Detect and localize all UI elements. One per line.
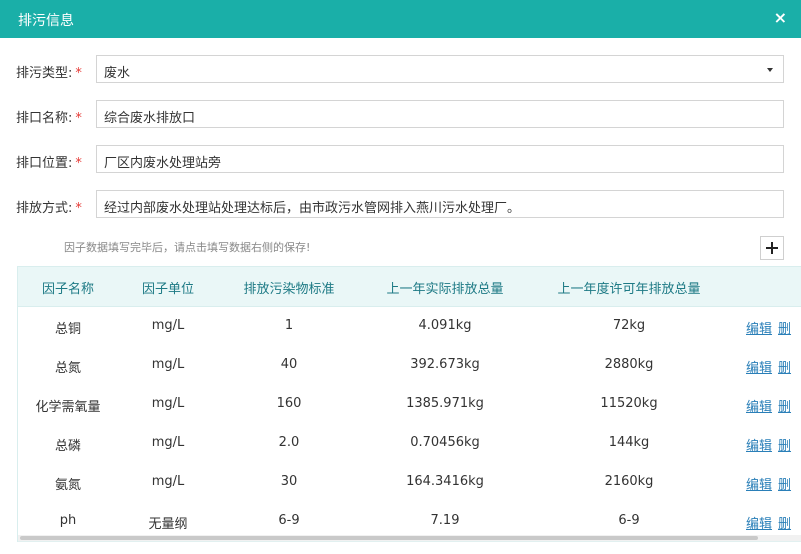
- header-actual-total: 上一年实际排放总量: [386, 282, 504, 297]
- cell-unit: mg/L: [151, 474, 185, 489]
- discharge-type-select[interactable]: 废水: [96, 55, 784, 83]
- dialog-titlebar: 排污信息 ×: [0, 0, 801, 38]
- discharge-type-label: 排污类型: *: [16, 66, 82, 81]
- cell-permitted: 72kg: [612, 318, 646, 333]
- cell-standard: 30: [280, 474, 298, 489]
- outlet-name-label: 排口名称: *: [16, 111, 82, 126]
- edit-link[interactable]: 编辑: [746, 357, 772, 376]
- cell-actual: 7.19: [430, 513, 460, 528]
- delete-link[interactable]: 删: [778, 357, 791, 376]
- discharge-method-row: 排放方式: * 经过内部废水处理站处理达标后，由市政污水管网排入燕川污水处理厂。: [0, 190, 801, 220]
- header-standard: 排放污染物标准: [243, 282, 335, 297]
- close-icon[interactable]: ×: [774, 8, 787, 27]
- cell-name: ph: [59, 513, 77, 528]
- cell-actual: 4.091kg: [418, 318, 472, 333]
- add-factor-button[interactable]: [760, 236, 784, 260]
- cell-standard: 1: [284, 318, 294, 333]
- cell-permitted: 144kg: [608, 435, 650, 450]
- table-row: 总磷 mg/L 2.0 0.70456kg 144kg 编辑删: [18, 424, 801, 464]
- outlet-name-row: 排口名称: * 综合废水排放口: [0, 100, 801, 130]
- delete-link[interactable]: 删: [778, 513, 791, 532]
- outlet-name-input[interactable]: 综合废水排放口: [96, 100, 784, 128]
- table-row: 总氮 mg/L 40 392.673kg 2880kg 编辑删: [18, 346, 801, 386]
- cell-permitted: 2880kg: [604, 357, 654, 372]
- discharge-type-row: 排污类型: * 废水: [0, 55, 801, 85]
- cell-name: 总氮: [54, 361, 82, 376]
- table-row: 化学需氧量 mg/L 160 1385.971kg 11520kg 编辑删: [18, 385, 801, 425]
- outlet-location-row: 排口位置: * 厂区内废水处理站旁: [0, 145, 801, 175]
- cell-unit: mg/L: [151, 435, 185, 450]
- cell-unit: mg/L: [151, 318, 185, 333]
- chevron-down-icon: [767, 68, 773, 72]
- cell-actual: 164.3416kg: [406, 474, 484, 489]
- outlet-location-label: 排口位置: *: [16, 156, 82, 171]
- outlet-location-input[interactable]: 厂区内废水处理站旁: [96, 145, 784, 173]
- table-row: 氨氮 mg/L 30 164.3416kg 2160kg 编辑删: [18, 463, 801, 503]
- dialog-title: 排污信息: [18, 13, 74, 29]
- discharge-method-input[interactable]: 经过内部废水处理站处理达标后，由市政污水管网排入燕川污水处理厂。: [96, 190, 784, 218]
- delete-link[interactable]: 删: [778, 396, 791, 415]
- table-row: 总铜 mg/L 1 4.091kg 72kg 编辑删: [18, 307, 801, 347]
- cell-unit: 无量纲: [148, 517, 188, 532]
- header-factor-name: 因子名称: [41, 282, 95, 297]
- delete-link[interactable]: 删: [778, 435, 791, 454]
- delete-link[interactable]: 删: [778, 474, 791, 493]
- cell-permitted: 11520kg: [600, 396, 658, 411]
- required-mark: *: [75, 201, 82, 216]
- edit-link[interactable]: 编辑: [746, 474, 772, 493]
- table-header: 因子名称 因子单位 排放污染物标准 上一年实际排放总量 上一年度许可年排放总量: [18, 267, 801, 307]
- cell-unit: mg/L: [151, 357, 185, 372]
- cell-standard: 6-9: [278, 513, 300, 528]
- cell-actual: 392.673kg: [410, 357, 480, 372]
- edit-link[interactable]: 编辑: [746, 396, 772, 415]
- factor-save-hint: 因子数据填写完毕后，请点击填写数据右侧的保存!: [64, 241, 311, 254]
- delete-link[interactable]: 删: [778, 318, 791, 337]
- cell-standard: 40: [280, 357, 298, 372]
- cell-name: 氨氮: [54, 478, 82, 493]
- cell-name: 化学需氧量: [35, 400, 101, 415]
- cell-standard: 160: [276, 396, 302, 411]
- cell-permitted: 2160kg: [604, 474, 654, 489]
- required-mark: *: [75, 66, 82, 81]
- edit-link[interactable]: 编辑: [746, 318, 772, 337]
- cell-name: 总铜: [54, 322, 82, 337]
- cell-actual: 0.70456kg: [410, 435, 480, 450]
- edit-link[interactable]: 编辑: [746, 513, 772, 532]
- plus-icon-stroke: [771, 242, 773, 254]
- cell-unit: mg/L: [151, 396, 185, 411]
- scrollbar-thumb[interactable]: [20, 536, 758, 540]
- cell-standard: 2.0: [278, 435, 300, 450]
- cell-permitted: 6-9: [618, 513, 640, 528]
- required-mark: *: [75, 156, 82, 171]
- header-factor-unit: 因子单位: [141, 282, 195, 297]
- required-mark: *: [75, 111, 82, 126]
- edit-link[interactable]: 编辑: [746, 435, 772, 454]
- discharge-type-value: 废水: [104, 66, 131, 81]
- cell-name: 总磷: [54, 439, 82, 454]
- horizontal-scrollbar[interactable]: [18, 535, 801, 541]
- discharge-method-label: 排放方式: *: [16, 201, 82, 216]
- factor-table: 因子名称 因子单位 排放污染物标准 上一年实际排放总量 上一年度许可年排放总量 …: [17, 266, 801, 542]
- header-permitted-total: 上一年度许可年排放总量: [557, 282, 701, 297]
- cell-actual: 1385.971kg: [406, 396, 484, 411]
- pollution-info-dialog: 排污信息 × 排污类型: * 废水 排口名称: * 综合废水排放口 排口位置: * 厂…: [0, 0, 801, 554]
